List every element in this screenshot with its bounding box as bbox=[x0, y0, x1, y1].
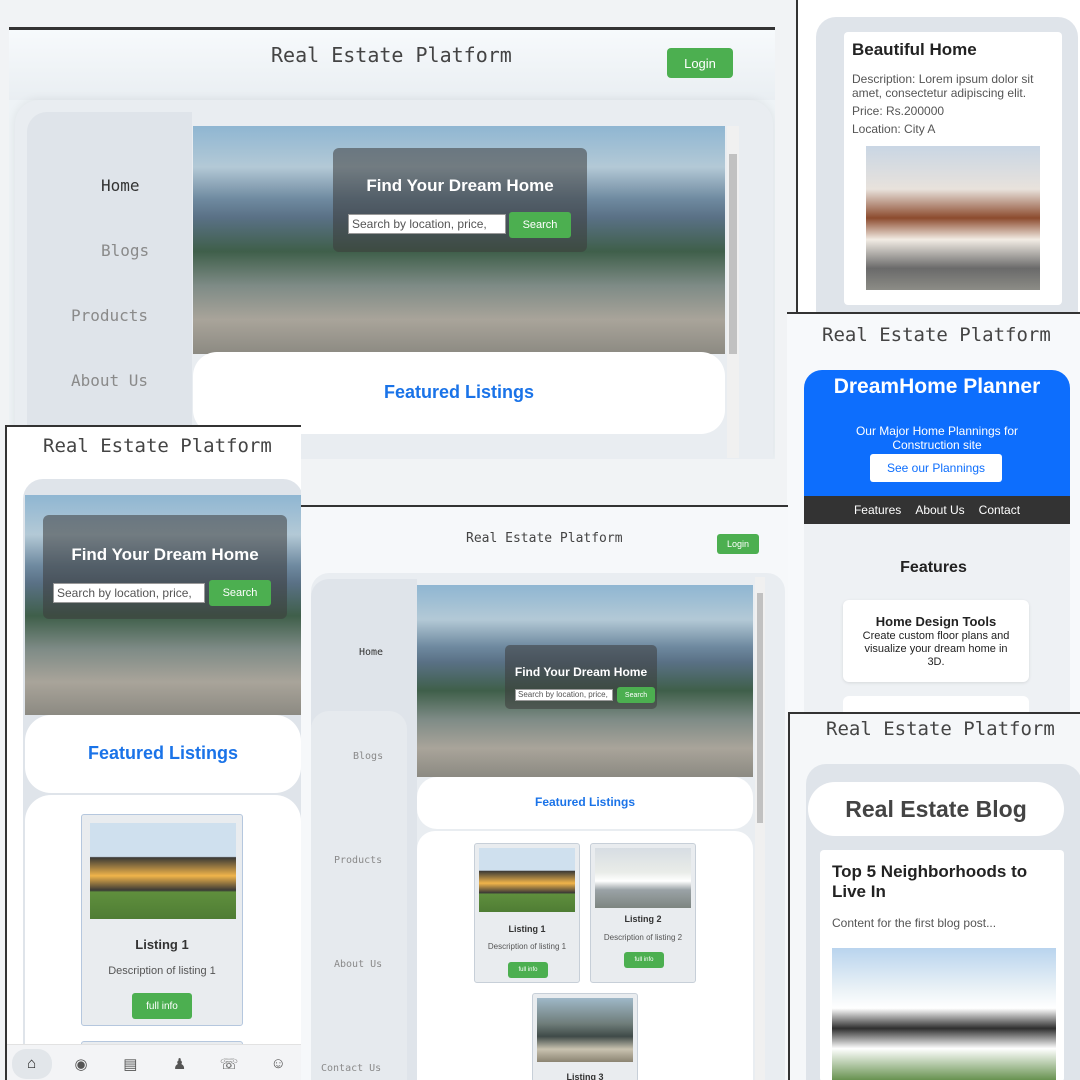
search-button[interactable]: Search bbox=[209, 580, 271, 606]
blog-header: Real Estate Blog bbox=[808, 782, 1064, 836]
feature-card: Home Design Tools Create custom floor pl… bbox=[843, 600, 1029, 682]
listing-image bbox=[90, 823, 236, 919]
full-info-button[interactable]: full info bbox=[132, 993, 192, 1019]
property-location: Location: City A bbox=[852, 122, 936, 136]
sidebar-item-products[interactable]: Products bbox=[334, 855, 382, 866]
search-button[interactable]: Search bbox=[617, 687, 655, 703]
search-button[interactable]: Search bbox=[509, 212, 571, 238]
planner-subtitle: Our Major Home Plannings for Constructio… bbox=[855, 424, 1019, 452]
listing-description: Description of listing 2 bbox=[603, 933, 683, 942]
nav-features[interactable]: Features bbox=[854, 503, 901, 517]
planner-nav: Features About Us Contact bbox=[804, 496, 1070, 524]
listing-title: Listing 1 bbox=[135, 937, 189, 952]
planner-banner: DreamHome Planner Our Major Home Plannin… bbox=[804, 370, 1070, 498]
home-icon[interactable]: ⌂ bbox=[11, 1048, 52, 1079]
full-info-button[interactable]: full info bbox=[624, 952, 664, 968]
feature-card-title: Home Design Tools bbox=[875, 614, 997, 629]
hero-title: Find Your Dream Home bbox=[366, 176, 554, 195]
search-input[interactable]: Search by location, price, bbox=[53, 583, 205, 603]
site-title: Real Estate Platform bbox=[822, 324, 1051, 346]
property-detail-screenshot: Beautiful Home Description: Lorem ipsum … bbox=[796, 0, 1080, 312]
sidebar-item-blogs[interactable]: Blogs bbox=[101, 241, 149, 260]
see-plannings-button[interactable]: See our Plannings bbox=[870, 454, 1002, 482]
listing-card[interactable]: Listing 1 Description of listing 1 full … bbox=[81, 814, 243, 1026]
blog-post-excerpt: Content for the first blog post... bbox=[832, 916, 997, 930]
sidebar: Home Blogs Products About Us Contact Us bbox=[27, 112, 192, 455]
sidebar-lower bbox=[311, 711, 407, 1080]
property-title: Beautiful Home bbox=[852, 40, 977, 59]
site-title: Real Estate Platform bbox=[43, 435, 272, 457]
sidebar-item-products[interactable]: Products bbox=[71, 306, 148, 325]
planner-title: DreamHome Planner bbox=[833, 375, 1041, 398]
blog-post-image bbox=[832, 948, 1056, 1080]
featured-section: Featured Listings bbox=[25, 715, 301, 793]
hero-search-box: Find Your Dream Home Search by location,… bbox=[505, 645, 657, 709]
featured-title: Featured Listings bbox=[87, 743, 239, 763]
property-card: Beautiful Home Description: Lorem ipsum … bbox=[844, 32, 1062, 305]
feature-card bbox=[843, 696, 1029, 712]
featured-title: Featured Listings bbox=[534, 795, 635, 809]
sidebar-item-blogs[interactable]: Blogs bbox=[353, 751, 383, 762]
listing-image bbox=[479, 848, 575, 912]
hero-image: Find Your Dream Home Search by location,… bbox=[193, 126, 725, 354]
blog-screenshot: Real Estate Platform Real Estate Blog To… bbox=[788, 712, 1080, 1080]
listing-card[interactable]: Listing 2 Description of listing 2 full … bbox=[590, 843, 696, 983]
sidebar-item-about[interactable]: About Us bbox=[71, 371, 148, 390]
desktop-home-screenshot: Real Estate Platform Login Home Blogs Pr… bbox=[9, 27, 775, 459]
about-icon[interactable]: ♟ bbox=[160, 1049, 200, 1079]
nav-contact[interactable]: Contact bbox=[979, 503, 1020, 517]
listing-description: Description of listing 1 bbox=[487, 942, 567, 951]
scrollbar-thumb[interactable] bbox=[729, 154, 737, 354]
hero-title: Find Your Dream Home bbox=[71, 545, 259, 564]
feature-card-text: Create custom floor plans and visualize … bbox=[862, 630, 1010, 668]
bottom-tab-bar: ⌂ ◉ ▤ ♟ ☏ ☺ bbox=[7, 1044, 301, 1080]
tablet-home-screenshot: Real Estate Platform Login Home Blogs Pr… bbox=[300, 505, 788, 1080]
listing-title: Listing 3 bbox=[566, 1072, 604, 1080]
features-heading: Features bbox=[900, 559, 967, 576]
listing-title: Listing 1 bbox=[508, 924, 546, 934]
featured-section: Featured Listings bbox=[193, 352, 725, 434]
listing-description: Description of listing 1 bbox=[108, 965, 216, 977]
hero-title: Find Your Dream Home bbox=[514, 665, 648, 679]
listing-image bbox=[537, 998, 633, 1062]
nav-about[interactable]: About Us bbox=[915, 503, 964, 517]
sidebar-item-home[interactable]: Home bbox=[101, 176, 140, 195]
scrollbar[interactable] bbox=[727, 126, 739, 458]
mobile-home-screenshot: Real Estate Platform Find Your Dream Hom… bbox=[5, 425, 301, 1080]
sidebar-item-about[interactable]: About Us bbox=[334, 959, 382, 970]
products-icon[interactable]: ▤ bbox=[110, 1049, 150, 1079]
site-title: Real Estate Platform bbox=[826, 718, 1055, 740]
search-input[interactable]: Search by location, price, bbox=[348, 214, 506, 234]
login-button[interactable]: Login bbox=[717, 534, 759, 554]
blog-heading: Real Estate Blog bbox=[845, 796, 1027, 822]
login-button[interactable]: Login bbox=[667, 48, 733, 78]
planner-screenshot: Real Estate Platform DreamHome Planner O… bbox=[787, 312, 1080, 712]
property-price: Price: Rs.200000 bbox=[852, 104, 945, 118]
listing-card[interactable]: Listing 1 Description of listing 1 full … bbox=[474, 843, 580, 983]
hero-search-box: Find Your Dream Home Search by location,… bbox=[43, 515, 287, 619]
scrollbar-thumb[interactable] bbox=[757, 593, 763, 823]
search-input[interactable]: Search by location, price, bbox=[515, 689, 613, 701]
site-title: Real Estate Platform bbox=[466, 531, 623, 546]
sidebar-item-home[interactable]: Home bbox=[359, 647, 383, 658]
listing-title: Listing 2 bbox=[624, 914, 662, 924]
blog-post-title[interactable]: Top 5 Neighborhoods to Live In bbox=[832, 862, 1056, 902]
property-image bbox=[866, 146, 1040, 290]
blog-icon[interactable]: ◉ bbox=[61, 1049, 101, 1079]
featured-section: Featured Listings bbox=[417, 777, 753, 829]
site-title: Real Estate Platform bbox=[271, 43, 512, 67]
full-info-button[interactable]: full info bbox=[508, 962, 548, 978]
contact-icon[interactable]: ☏ bbox=[209, 1049, 249, 1079]
property-description: Description: Lorem ipsum dolor sit amet,… bbox=[852, 72, 1034, 100]
hero-search-box: Find Your Dream Home Search by location,… bbox=[333, 148, 587, 252]
user-icon[interactable]: ☺ bbox=[258, 1049, 298, 1079]
scrollbar[interactable] bbox=[755, 577, 765, 1080]
hero-image: Find Your Dream Home Search by location,… bbox=[25, 495, 301, 715]
blog-post-card: Top 5 Neighborhoods to Live In Content f… bbox=[820, 850, 1064, 1080]
featured-title: Featured Listings bbox=[383, 382, 535, 402]
listing-image bbox=[595, 848, 691, 908]
listing-card[interactable]: Listing 3 bbox=[532, 993, 638, 1080]
sidebar-item-contact[interactable]: Contact Us bbox=[321, 1063, 381, 1074]
hero-image: Find Your Dream Home Search by location,… bbox=[417, 585, 753, 777]
